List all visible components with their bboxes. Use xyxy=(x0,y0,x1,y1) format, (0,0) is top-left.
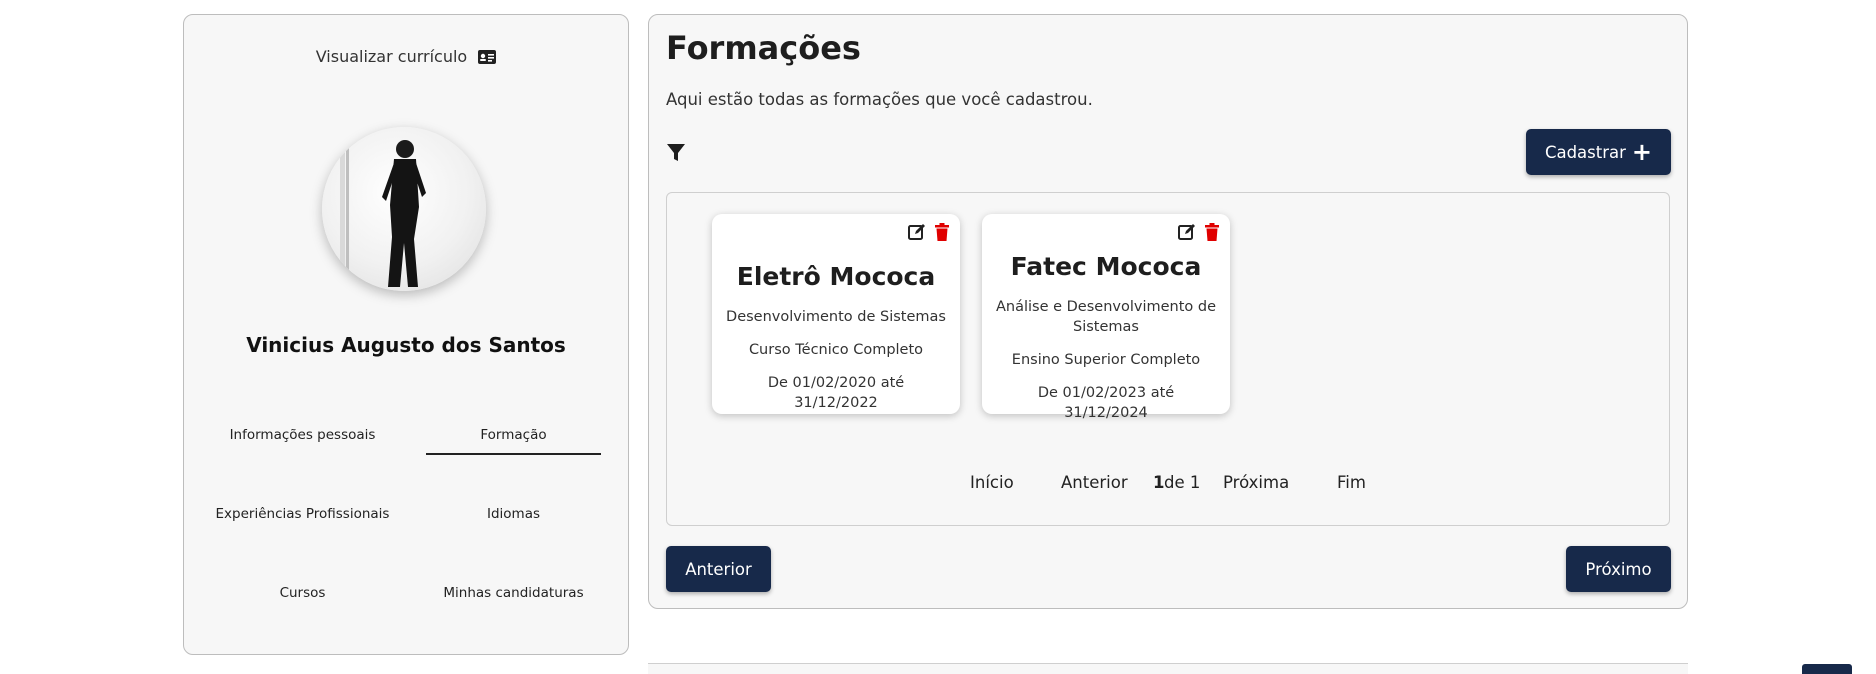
plus-icon: + xyxy=(1631,138,1653,166)
previous-step-button[interactable]: Anterior xyxy=(666,546,771,592)
filter-icon[interactable] xyxy=(666,143,686,167)
register-button[interactable]: Cadastrar + xyxy=(1526,129,1671,175)
avatar xyxy=(322,127,486,291)
institution-name: Eletrô Mococa xyxy=(736,262,936,291)
floating-button-edge[interactable] xyxy=(1802,664,1852,674)
next-step-button[interactable]: Próximo xyxy=(1566,546,1671,592)
pagination-total: de 1 xyxy=(1164,473,1201,492)
education-card: Fatec Mococa Análise e Desenvolvimento d… xyxy=(982,214,1230,421)
course-period: De 01/02/2020 até 31/12/2022 xyxy=(767,375,905,411)
edit-icon[interactable] xyxy=(908,223,926,245)
view-resume-link[interactable]: Visualizar currículo xyxy=(184,47,628,68)
user-name: Vinicius Augusto dos Santos xyxy=(246,333,566,357)
pagination-previous[interactable]: Anterior xyxy=(1061,473,1128,492)
nav-professional-experience[interactable]: Experiências Profissionais xyxy=(215,506,390,532)
course-name: Análise e Desenvolvimento de Sistemas xyxy=(995,299,1217,335)
nav-my-applications[interactable]: Minhas candidaturas xyxy=(426,585,601,611)
delete-icon[interactable] xyxy=(1204,223,1220,245)
nav-education[interactable]: Formação xyxy=(426,427,601,455)
page-subtitle: Aqui estão todas as formações que você c… xyxy=(666,90,1093,109)
nav-courses[interactable]: Cursos xyxy=(215,585,390,611)
course-level: Ensino Superior Completo xyxy=(1011,352,1201,368)
next-section-edge xyxy=(648,663,1688,674)
education-list: Eletrô Mococa Desenvolvimento de Sistema… xyxy=(666,192,1670,526)
pagination-next[interactable]: Próxima xyxy=(1223,473,1289,492)
course-period: De 01/02/2023 até 31/12/2024 xyxy=(1037,385,1175,421)
education-card: Eletrô Mococa Desenvolvimento de Sistema… xyxy=(712,214,960,414)
view-resume-label: Visualizar currículo xyxy=(315,47,468,66)
pagination-current-page: 1 xyxy=(1153,473,1165,492)
id-card-icon xyxy=(478,49,497,68)
institution-name: Fatec Mococa xyxy=(1010,252,1202,281)
edit-icon[interactable] xyxy=(1178,223,1196,245)
page-title: Formações xyxy=(666,29,861,67)
nav-languages[interactable]: Idiomas xyxy=(426,506,601,532)
course-name: Desenvolvimento de Sistemas xyxy=(726,309,946,325)
register-button-label: Cadastrar xyxy=(1544,142,1626,162)
pagination-last[interactable]: Fim xyxy=(1337,473,1366,492)
nav-personal-info[interactable]: Informações pessoais xyxy=(215,427,390,453)
course-level: Curso Técnico Completo xyxy=(748,342,924,358)
pagination-first[interactable]: Início xyxy=(970,473,1014,492)
profile-sidebar: Visualizar currículo Vinicius Augusto do… xyxy=(183,14,629,655)
education-panel: Formações Aqui estão todas as formações … xyxy=(648,14,1688,609)
delete-icon[interactable] xyxy=(934,223,950,245)
